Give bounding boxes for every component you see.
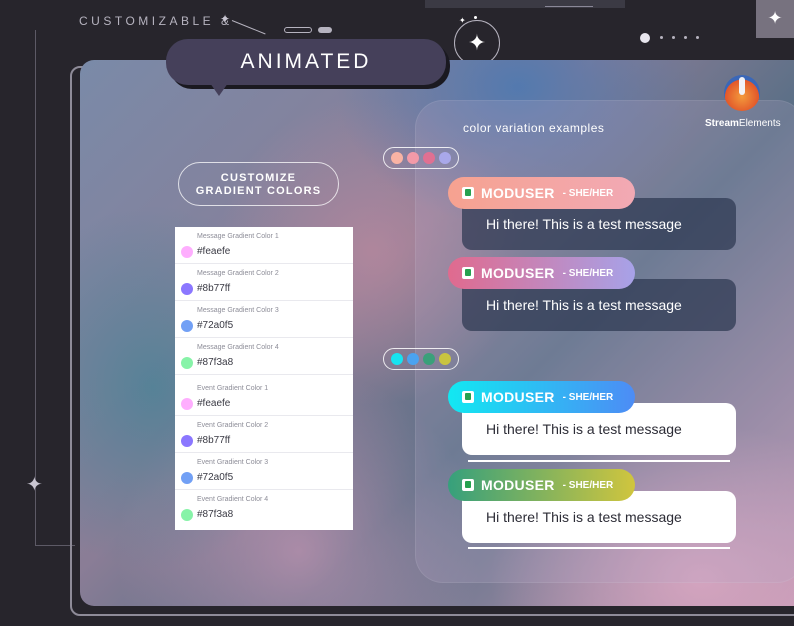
message-text: Hi there! This is a test message — [486, 216, 682, 232]
sparkle-icon: ✦ — [756, 0, 794, 38]
decorative-pill-outline — [284, 27, 312, 33]
setting-value[interactable]: #87f3a8 — [197, 357, 233, 368]
setting-label: Event Gradient Color 1 — [197, 385, 269, 392]
setting-row[interactable]: Message Gradient Color 2 #8b77ff — [175, 264, 353, 301]
username: MODUSER — [481, 389, 555, 405]
message-text: Hi there! This is a test message — [486, 297, 682, 313]
horizontal-guide-line — [35, 545, 75, 546]
setting-row[interactable]: Message Gradient Color 1 #feaefe — [175, 227, 353, 264]
setting-value[interactable]: #72a0f5 — [197, 472, 233, 483]
customize-gradient-button[interactable]: CUSTOMIZE GRADIENT COLORS — [178, 162, 339, 206]
color-swatch[interactable] — [181, 435, 193, 447]
color-swatch[interactable] — [181, 472, 193, 484]
gradient-colors-label: GRADIENT COLORS — [195, 185, 322, 197]
mod-badge-icon — [462, 187, 474, 199]
message-text: Hi there! This is a test message — [486, 509, 682, 525]
banner-tail — [210, 83, 228, 96]
message-text: Hi there! This is a test message — [486, 421, 682, 437]
streamelements-logo-icon — [724, 75, 760, 111]
name-tag: MODUSER - SHE/HER — [448, 177, 635, 209]
setting-value[interactable]: #8b77ff — [197, 435, 230, 446]
animated-banner: ANIMATED — [166, 39, 446, 85]
message-underline — [468, 460, 730, 462]
decorative-line — [231, 20, 266, 35]
setting-label: Message Gradient Color 3 — [197, 307, 279, 314]
tiny-dot — [474, 16, 477, 19]
setting-label: Message Gradient Color 1 — [197, 233, 279, 240]
color-swatch[interactable] — [181, 357, 193, 369]
palette-dot — [439, 152, 451, 164]
color-swatch[interactable] — [181, 509, 193, 521]
side-sparkle-icon: ✦ — [26, 474, 43, 496]
setting-row[interactable]: Event Gradient Color 2 #8b77ff — [175, 416, 353, 453]
palette-dot — [439, 353, 451, 365]
palette-dot — [407, 152, 419, 164]
setting-row[interactable]: Event Gradient Color 4 #87f3a8 — [175, 490, 353, 527]
pronoun: - SHE/HER — [562, 479, 614, 491]
setting-value[interactable]: #feaefe — [197, 398, 230, 409]
setting-label: Message Gradient Color 2 — [197, 270, 279, 277]
color-swatch[interactable] — [181, 283, 193, 295]
palette-dot — [423, 152, 435, 164]
palette-warm — [383, 147, 459, 169]
color-swatch[interactable] — [181, 246, 193, 258]
palette-dot — [391, 152, 403, 164]
mod-badge-icon — [462, 391, 474, 403]
setting-label: Event Gradient Color 3 — [197, 459, 269, 466]
mod-badge-icon — [462, 479, 474, 491]
mod-badge-icon — [462, 267, 474, 279]
setting-value[interactable]: #8b77ff — [197, 283, 230, 294]
palette-cool — [383, 348, 459, 370]
name-tag: MODUSER - SHE/HER — [448, 381, 635, 413]
vertical-guide-line — [35, 30, 36, 546]
setting-value[interactable]: #72a0f5 — [197, 320, 233, 331]
username: MODUSER — [481, 185, 555, 201]
username: MODUSER — [481, 265, 555, 281]
setting-row[interactable]: Event Gradient Color 1 #feaefe — [175, 379, 353, 416]
setting-label: Event Gradient Color 4 — [197, 496, 269, 503]
customize-label: CUSTOMIZE — [220, 172, 297, 184]
small-sparkle-icon: ✦ — [220, 12, 231, 26]
top-tab-bar — [425, 0, 625, 8]
message-underline — [468, 547, 730, 549]
username: MODUSER — [481, 477, 555, 493]
logo-text: StreamElements — [705, 118, 781, 129]
setting-value[interactable]: #87f3a8 — [197, 509, 233, 520]
pronoun: - SHE/HER — [562, 187, 614, 199]
palette-dot — [407, 353, 419, 365]
tagline: CUSTOMIZABLE & — [79, 14, 233, 28]
pronoun: - SHE/HER — [562, 267, 614, 279]
setting-label: Message Gradient Color 4 — [197, 344, 279, 351]
setting-row[interactable]: Message Gradient Color 4 #87f3a8 — [175, 338, 353, 375]
setting-row[interactable]: Message Gradient Color 3 #72a0f5 — [175, 301, 353, 338]
setting-row[interactable]: Event Gradient Color 3 #72a0f5 — [175, 453, 353, 490]
color-swatch[interactable] — [181, 398, 193, 410]
dots-decoration — [660, 36, 699, 39]
palette-dot — [391, 353, 403, 365]
setting-label: Event Gradient Color 2 — [197, 422, 269, 429]
gradient-settings-list: Message Gradient Color 1 #feaefe Message… — [175, 227, 353, 530]
name-tag: MODUSER - SHE/HER — [448, 469, 635, 501]
decorative-pill-filled — [318, 27, 332, 33]
color-swatch[interactable] — [181, 320, 193, 332]
tiny-star-icon: ✦ — [459, 16, 466, 25]
pronoun: - SHE/HER — [562, 391, 614, 403]
setting-value[interactable]: #feaefe — [197, 246, 230, 257]
examples-caption: color variation examples — [463, 121, 605, 135]
palette-dot — [423, 353, 435, 365]
chat-bubble-icon — [640, 33, 650, 43]
name-tag: MODUSER - SHE/HER — [448, 257, 635, 289]
